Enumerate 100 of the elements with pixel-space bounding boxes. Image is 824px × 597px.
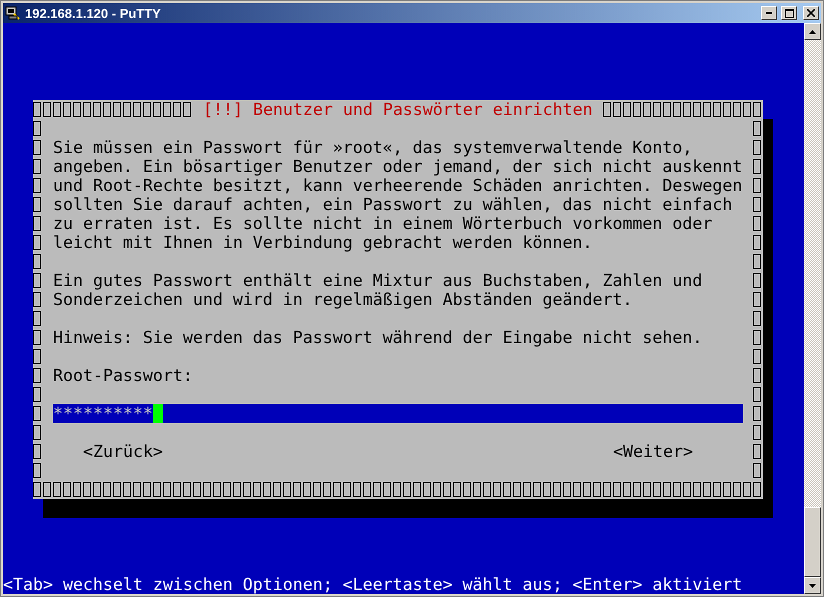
border-glyph [133,482,141,497]
border-glyph [293,482,301,497]
border-glyph [603,482,611,497]
border-glyph [163,482,171,497]
border-glyph [203,482,211,497]
dialog-button[interactable]: <Zurück> [83,442,163,461]
border-glyph [602,102,611,117]
field-label: Root-Passwort: [53,366,193,385]
border-glyph [73,102,81,117]
border-glyph [653,482,661,497]
border-glyph [323,482,331,497]
border-glyph [753,425,761,440]
border-glyph [33,197,41,212]
border-glyph [33,178,41,193]
border-glyph [553,482,561,497]
border-glyph [233,482,241,497]
border-glyph [543,482,551,497]
border-glyph [313,482,321,497]
border-glyph [343,482,351,497]
border-glyph [83,102,91,117]
border-glyph [93,482,101,497]
border-glyph [83,482,91,497]
border-glyph [53,482,61,497]
border-glyph [632,102,641,117]
border-glyph [753,482,761,497]
border-glyph [753,140,761,155]
border-glyph [443,482,451,497]
border-glyph [583,482,591,497]
border-glyph [43,102,51,117]
password-field[interactable]: ********** [53,404,743,423]
border-glyph [63,102,71,117]
border-glyph [273,482,281,497]
dialog-button[interactable]: <Weiter> [613,442,693,461]
border-glyph [213,482,221,497]
border-glyph [493,482,501,497]
border-glyph [173,102,181,117]
border-glyph [33,254,41,269]
border-glyph [652,102,661,117]
border-glyph [753,178,761,193]
border-glyph [33,387,41,402]
border-glyph [253,482,261,497]
scroll-down-button[interactable] [804,577,821,594]
dialog-title: [!!] Benutzer und Passwörter einrichten [202,100,594,119]
border-glyph [93,102,101,117]
body-text: angeben. Ein bösartiger Benutzer oder jemand, der sich nicht auskennt [53,157,742,176]
scroll-thumb[interactable] [804,507,821,577]
border-glyph [733,482,741,497]
border-glyph [163,102,171,117]
body-text: Sie müssen ein Passwort für »root«, das systemverwaltende Konto, [53,138,692,157]
maximize-button[interactable] [781,6,797,20]
border-glyph [33,216,41,231]
border-glyph [623,482,631,497]
border-glyph [683,482,691,497]
border-glyph [183,102,191,117]
border-glyph [663,482,671,497]
border-glyph [373,482,381,497]
border-glyph [33,140,41,155]
body-text: und Root-Rechte besitzt, kann verheerende Schäden anrichten. Deswegen [53,176,742,195]
border-glyph [753,216,761,231]
border-glyph [283,482,291,497]
border-glyph [662,102,671,117]
border-glyph [33,121,41,136]
close-button[interactable] [803,6,819,20]
body-text: zu erraten ist. Es sollte nicht in einem Wörterbuch vorkommen oder [53,214,712,233]
border-glyph [682,102,691,117]
border-glyph [593,482,601,497]
minimize-button[interactable] [761,6,777,20]
body-text: leicht mit Ihnen in Verbindung gebracht werden können. [53,233,592,252]
border-glyph [753,349,761,364]
border-glyph [73,482,81,497]
border-glyph [713,482,721,497]
border-glyph [123,482,131,497]
border-glyph [113,102,121,117]
border-glyph [672,102,681,117]
border-glyph [193,482,201,497]
border-glyph [483,482,491,497]
border-glyph [463,482,471,497]
border-glyph [423,482,431,497]
border-glyph [732,102,741,117]
border-glyph [673,482,681,497]
border-glyph [642,102,651,117]
border-glyph [703,482,711,497]
border-glyph [143,482,151,497]
border-glyph [613,482,621,497]
border-glyph [33,311,41,326]
border-glyph [563,482,571,497]
border-glyph [753,197,761,212]
scroll-up-button[interactable] [804,23,821,40]
border-glyph [383,482,391,497]
border-glyph [633,482,641,497]
border-glyph [153,482,161,497]
border-glyph [63,482,71,497]
scrollbar[interactable] [804,23,821,594]
border-glyph [433,482,441,497]
border-glyph [33,425,41,440]
border-glyph [33,482,41,497]
close-icon [807,9,815,17]
border-glyph [103,102,111,117]
border-glyph [693,482,701,497]
border-glyph [33,368,41,383]
